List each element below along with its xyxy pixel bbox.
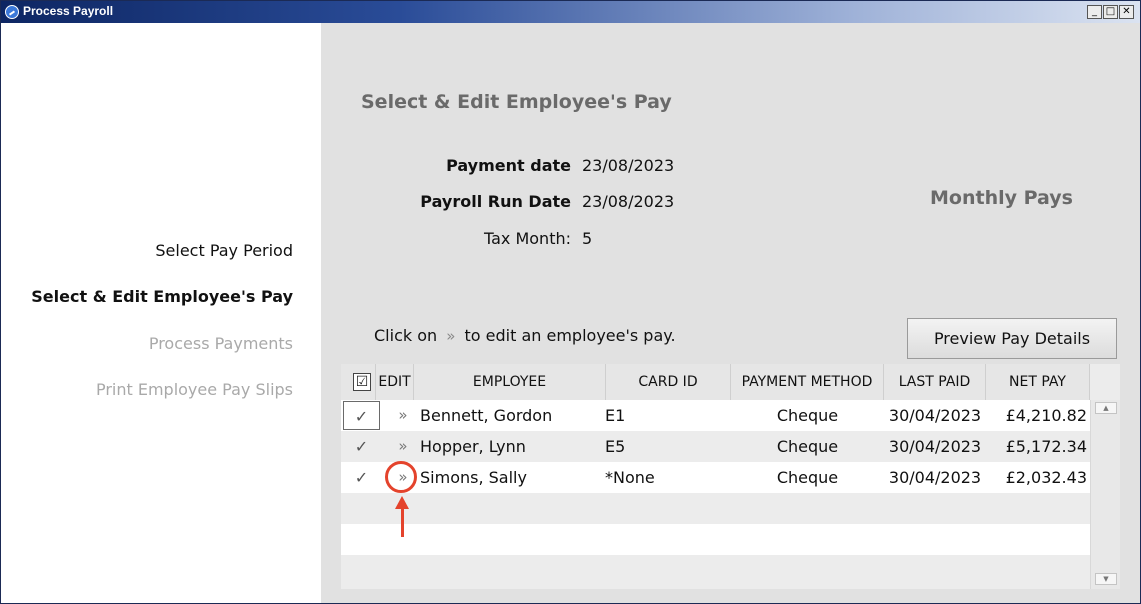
- last-paid: 30/04/2023: [888, 468, 982, 487]
- edit-hint: Click on » to edit an employee's pay.: [374, 326, 676, 345]
- main-panel: Select & Edit Employee's Pay Payment dat…: [321, 23, 1140, 603]
- employee-name: Bennett, Gordon: [420, 406, 553, 425]
- row-check-icon[interactable]: ✓: [343, 401, 380, 430]
- maximize-button[interactable]: □: [1103, 5, 1118, 19]
- close-button[interactable]: ✕: [1119, 5, 1134, 19]
- empty-table-row: [341, 493, 1090, 524]
- minimize-button[interactable]: _: [1087, 5, 1102, 19]
- pay-type-label: Monthly Pays: [930, 187, 1073, 209]
- column-header-last-paid[interactable]: LAST PAID: [884, 364, 986, 400]
- empty-table-row: [341, 524, 1090, 555]
- select-all-checkbox[interactable]: ☑: [353, 373, 371, 391]
- hint-text-after: to edit an employee's pay.: [464, 326, 676, 345]
- step-select-edit-employee-pay[interactable]: Select & Edit Employee's Pay: [31, 287, 293, 306]
- payroll-run-date-label: Payroll Run Date: [420, 192, 571, 211]
- wizard-steps-sidebar: Select Pay Period Select & Edit Employee…: [1, 23, 321, 603]
- process-payroll-window: Process Payroll _ □ ✕ Select Pay Period …: [0, 0, 1141, 604]
- row-check-icon[interactable]: ✓: [343, 463, 380, 492]
- tax-month-label: Tax Month:: [483, 229, 571, 248]
- scroll-up-arrow-icon[interactable]: ▲: [1095, 402, 1117, 414]
- card-id: E5: [605, 437, 626, 456]
- app-icon: [5, 5, 19, 19]
- employee-name: Hopper, Lynn: [420, 437, 526, 456]
- preview-pay-details-button[interactable]: Preview Pay Details: [907, 318, 1117, 359]
- annotation-arrow-line: [401, 507, 404, 537]
- payment-method: Cheque: [776, 437, 839, 456]
- payment-date-value: 23/08/2023: [582, 156, 675, 175]
- table-scrollbar[interactable]: ▲ ▼: [1090, 400, 1120, 589]
- hint-text-before: Click on: [374, 326, 438, 345]
- payment-date-label: Payment date: [446, 156, 571, 175]
- scroll-down-arrow-icon[interactable]: ▼: [1095, 573, 1117, 585]
- page-title: Select & Edit Employee's Pay: [361, 91, 672, 113]
- step-print-pay-slips: Print Employee Pay Slips: [95, 380, 293, 399]
- column-header-net-pay[interactable]: NET PAY: [986, 364, 1090, 400]
- select-all-column: ☑: [341, 364, 376, 400]
- table-row[interactable]: ✓ » Hopper, Lynn E5 Cheque 30/04/2023 £5…: [341, 431, 1090, 462]
- title-bar[interactable]: Process Payroll _ □ ✕: [1, 1, 1140, 23]
- payment-method: Cheque: [776, 468, 839, 487]
- net-pay: £5,172.34: [1005, 437, 1087, 456]
- column-header-edit[interactable]: EDIT: [376, 364, 414, 400]
- last-paid: 30/04/2023: [888, 437, 982, 456]
- row-check-icon[interactable]: ✓: [343, 432, 380, 461]
- payroll-run-date-value: 23/08/2023: [582, 192, 675, 211]
- edit-chevron-icon[interactable]: »: [393, 431, 413, 462]
- employee-pay-table: ☑ EDIT EMPLOYEE CARD ID PAYMENT METHOD L…: [341, 364, 1120, 589]
- net-pay: £2,032.43: [1005, 468, 1087, 487]
- table-header: ☑ EDIT EMPLOYEE CARD ID PAYMENT METHOD L…: [341, 364, 1090, 401]
- card-id: *None: [605, 468, 655, 487]
- tax-month-value: 5: [582, 229, 593, 248]
- column-header-employee[interactable]: EMPLOYEE: [414, 364, 606, 400]
- window-title: Process Payroll: [23, 4, 114, 18]
- edit-chevron-icon: »: [446, 327, 456, 345]
- step-process-payments: Process Payments: [148, 334, 293, 353]
- employee-name: Simons, Sally: [420, 468, 527, 487]
- column-header-payment-method[interactable]: PAYMENT METHOD: [731, 364, 884, 400]
- annotation-circle: [385, 461, 417, 493]
- table-row[interactable]: ✓ » Simons, Sally *None Cheque 30/04/202…: [341, 462, 1090, 493]
- table-row[interactable]: ✓ » Bennett, Gordon E1 Cheque 30/04/2023…: [341, 400, 1090, 431]
- net-pay: £4,210.82: [1005, 406, 1087, 425]
- column-header-card-id[interactable]: CARD ID: [606, 364, 731, 400]
- card-id: E1: [605, 406, 626, 425]
- edit-chevron-icon[interactable]: »: [393, 400, 413, 431]
- step-select-pay-period[interactable]: Select Pay Period: [155, 241, 293, 260]
- payment-method: Cheque: [776, 406, 839, 425]
- last-paid: 30/04/2023: [888, 406, 982, 425]
